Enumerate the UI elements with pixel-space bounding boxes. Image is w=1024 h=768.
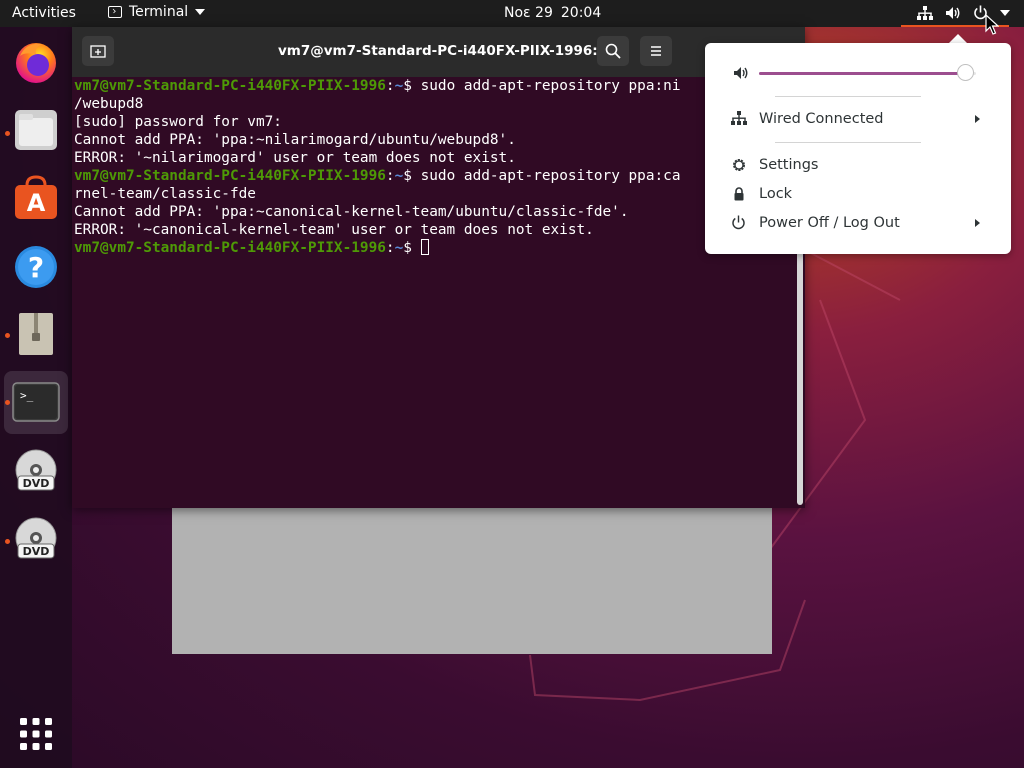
terminal-icon: >_ bbox=[12, 382, 60, 422]
clock-date: Noε 29 bbox=[504, 5, 553, 21]
software-store-icon: A bbox=[15, 175, 57, 219]
hamburger-menu-button[interactable] bbox=[640, 36, 672, 66]
terminal-prompt-line: vm7@vm7-Standard-PC-i440FX-PIIX-1996:~$ … bbox=[74, 77, 798, 95]
dock-item-help[interactable]: ? bbox=[11, 242, 61, 292]
app-menu-label: Terminal bbox=[129, 4, 189, 20]
files-icon bbox=[15, 110, 57, 150]
prompt-separator: : bbox=[385, 78, 395, 94]
power-off-menu-item[interactable]: Power Off / Log Out bbox=[705, 211, 1011, 237]
dock-item-dvd-1[interactable]: DVD bbox=[11, 446, 61, 496]
dock-item-files[interactable] bbox=[11, 105, 61, 155]
prompt-command: sudo add-apt-repository ppa:ni bbox=[411, 78, 681, 94]
network-icon bbox=[917, 5, 933, 20]
prompt-dollar: $ bbox=[403, 78, 412, 94]
terminal-output-line: Cannot add PPA: 'ppa:~nilarimogard/ubunt… bbox=[74, 132, 516, 148]
volume-slider-knob[interactable] bbox=[957, 64, 975, 81]
prompt-path: ~ bbox=[394, 240, 404, 256]
network-menu-item[interactable]: Wired Connected bbox=[705, 107, 1011, 133]
dvd-icon: DVD bbox=[15, 449, 57, 491]
firefox-icon bbox=[16, 43, 56, 83]
text-cursor bbox=[420, 239, 429, 255]
chevron-right-icon bbox=[975, 115, 980, 123]
terminal-output-line: ERROR: '~canonical-kernel-team' user or … bbox=[74, 222, 594, 238]
dvd-label: DVD bbox=[23, 545, 50, 558]
window-title: vm7@vm7-Standard-PC-i440FX-PIIX-1996: ~ bbox=[278, 43, 614, 59]
app-grid-icon bbox=[20, 718, 52, 750]
dock-running-indicator bbox=[5, 333, 10, 338]
volume-slider-fill bbox=[759, 72, 966, 75]
top-bar: Activities Terminal Noε 29 20:04 bbox=[0, 0, 1024, 27]
svg-text:A: A bbox=[27, 189, 46, 217]
volume-slider[interactable] bbox=[759, 64, 976, 81]
clock[interactable]: Noε 29 20:04 bbox=[504, 5, 601, 21]
terminal-output[interactable]: vm7@vm7-Standard-PC-i440FX-PIIX-1996:~$ … bbox=[74, 77, 798, 507]
prompt-user: vm7@vm7-Standard-PC-i440FX-PIIX-1996 bbox=[74, 78, 386, 94]
dock-item-dvd-2[interactable]: DVD bbox=[11, 514, 61, 564]
chevron-down-icon bbox=[1000, 9, 1010, 16]
svg-text:>_: >_ bbox=[20, 389, 34, 402]
terminal-output-line: ERROR: '~nilarimogard' user or team does… bbox=[74, 150, 516, 166]
clock-time: 20:04 bbox=[560, 5, 602, 21]
hamburger-icon bbox=[651, 46, 661, 56]
volume-icon bbox=[945, 6, 961, 20]
prompt-user: vm7@vm7-Standard-PC-i440FX-PIIX-1996 bbox=[74, 240, 386, 256]
dvd-icon: DVD bbox=[15, 517, 57, 559]
app-menu[interactable]: Terminal bbox=[108, 4, 206, 20]
svg-text:?: ? bbox=[28, 251, 44, 284]
chevron-down-icon bbox=[195, 9, 206, 15]
search-icon bbox=[605, 43, 621, 59]
new-tab-icon bbox=[90, 45, 106, 58]
prompt-separator: : bbox=[385, 168, 395, 184]
prompt-dollar: $ bbox=[403, 240, 412, 256]
prompt-path: ~ bbox=[394, 78, 404, 94]
power-off-label: Power Off / Log Out bbox=[759, 215, 900, 231]
gear-icon bbox=[731, 157, 747, 177]
system-menu: Wired Connected Settings Lock Power Off … bbox=[705, 43, 1011, 254]
help-icon: ? bbox=[15, 246, 57, 288]
dock: A ? >_ DVD DVD bbox=[0, 27, 72, 768]
settings-label: Settings bbox=[759, 157, 819, 173]
settings-menu-item[interactable]: Settings bbox=[705, 153, 1011, 179]
network-label: Wired Connected bbox=[759, 111, 884, 127]
prompt-user: vm7@vm7-Standard-PC-i440FX-PIIX-1996 bbox=[74, 168, 386, 184]
terminal-window[interactable]: vm7@vm7-Standard-PC-i440FX-PIIX-1996: ~ … bbox=[72, 27, 805, 508]
dock-running-indicator bbox=[5, 131, 10, 136]
dock-item-firefox[interactable] bbox=[11, 37, 61, 87]
separator bbox=[775, 96, 921, 97]
terminal-prompt-line: vm7@vm7-Standard-PC-i440FX-PIIX-1996:~$ … bbox=[74, 167, 798, 185]
terminal-app-icon bbox=[108, 6, 122, 18]
dock-running-indicator bbox=[5, 400, 10, 405]
power-icon bbox=[731, 215, 746, 234]
background-window[interactable] bbox=[172, 508, 772, 654]
prompt-command: sudo add-apt-repository ppa:ca bbox=[411, 168, 681, 184]
terminal-output-line: /webupd8 bbox=[74, 96, 144, 112]
chevron-right-icon bbox=[975, 219, 980, 227]
volume-icon bbox=[733, 66, 749, 84]
dock-item-terminal[interactable]: >_ bbox=[11, 377, 61, 427]
network-icon bbox=[731, 111, 747, 129]
separator bbox=[775, 142, 921, 143]
lock-label: Lock bbox=[759, 186, 793, 202]
prompt-path: ~ bbox=[394, 168, 404, 184]
activities-button[interactable]: Activities bbox=[12, 5, 76, 21]
dvd-label: DVD bbox=[23, 477, 50, 490]
archive-icon bbox=[19, 313, 53, 355]
dock-running-indicator bbox=[5, 539, 10, 544]
prompt-command bbox=[412, 240, 421, 256]
terminal-prompt-line: vm7@vm7-Standard-PC-i440FX-PIIX-1996:~$ bbox=[74, 239, 798, 257]
dock-item-archive-manager[interactable] bbox=[11, 309, 61, 359]
terminal-header-bar[interactable]: vm7@vm7-Standard-PC-i440FX-PIIX-1996: ~ bbox=[72, 27, 805, 77]
lock-icon bbox=[731, 186, 747, 206]
terminal-output-line: Cannot add PPA: 'ppa:~canonical-kernel-t… bbox=[74, 204, 629, 220]
show-applications-button[interactable] bbox=[11, 709, 61, 759]
new-tab-button[interactable] bbox=[82, 36, 114, 66]
lock-menu-item[interactable]: Lock bbox=[705, 182, 1011, 208]
prompt-dollar: $ bbox=[403, 168, 412, 184]
prompt-separator: : bbox=[385, 240, 395, 256]
search-button[interactable] bbox=[597, 36, 629, 66]
terminal-output-line: rnel-team/classic-fde bbox=[74, 186, 256, 202]
terminal-output-line: [sudo] password for vm7: bbox=[74, 114, 282, 130]
mouse-pointer-icon bbox=[985, 14, 999, 35]
dock-item-ubuntu-software[interactable]: A bbox=[11, 173, 61, 223]
